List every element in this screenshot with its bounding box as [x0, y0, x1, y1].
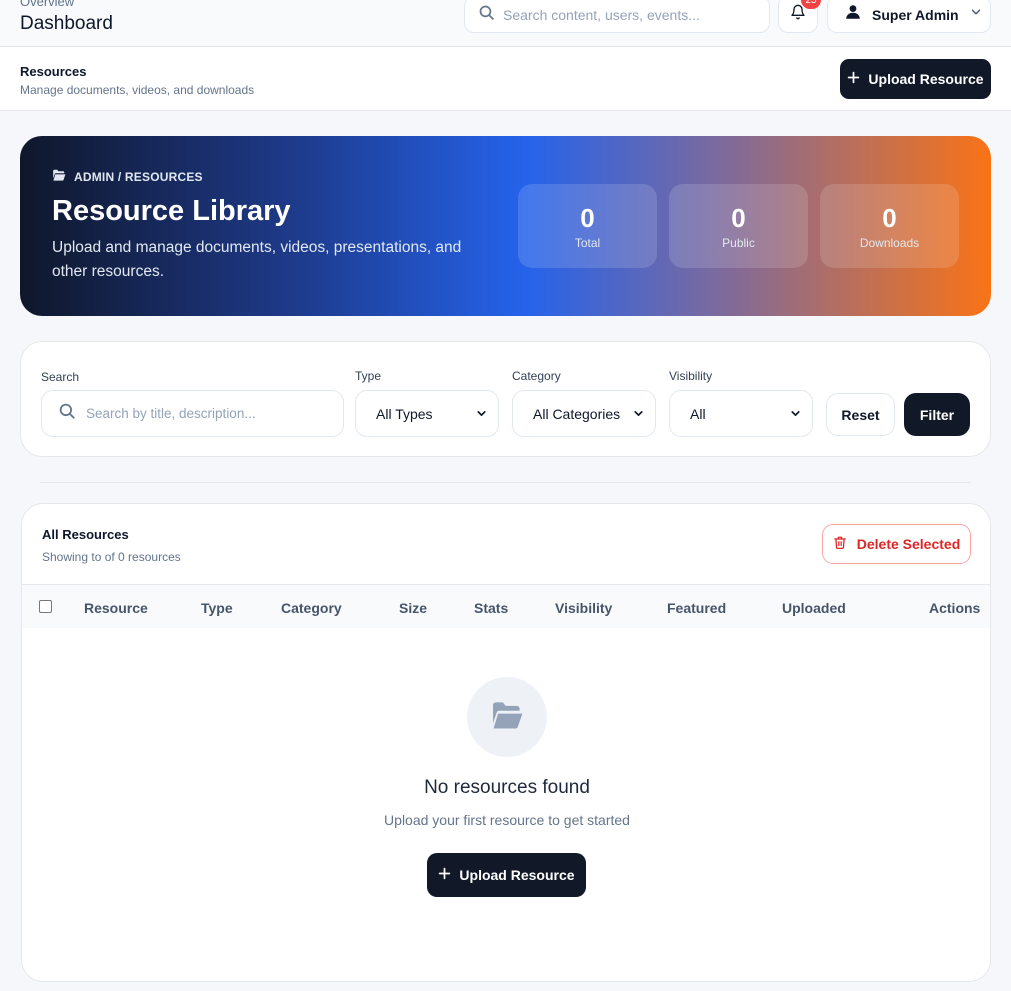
stat-value: 0: [731, 202, 746, 233]
type-select-value: All Types: [376, 405, 433, 422]
stat-label: Downloads: [859, 235, 920, 250]
column-header-resource[interactable]: Resource: [84, 600, 148, 616]
page-title: Dashboard: [20, 13, 113, 34]
hero-banner: ADMIN / RESOURCES Resource Library Uploa…: [20, 136, 991, 316]
chevron-down-icon: [475, 407, 488, 423]
column-header-featured[interactable]: Featured: [667, 600, 726, 616]
filter-button[interactable]: Filter: [904, 393, 970, 436]
plus-icon: [438, 867, 451, 883]
resource-search-input[interactable]: Search by title, description...: [41, 390, 344, 437]
category-select[interactable]: All Categories: [512, 390, 656, 437]
hero-title: Resource Library: [52, 195, 291, 227]
stat-total: 0 Total: [518, 184, 657, 268]
column-header-size[interactable]: Size: [399, 600, 427, 616]
global-search-input[interactable]: Search content, users, events...: [464, 0, 770, 33]
stat-label: Total: [574, 235, 601, 250]
page-header: Resources Manage documents, videos, and …: [0, 47, 1011, 111]
chevron-down-icon: [632, 407, 645, 423]
search-label: Search: [41, 370, 80, 384]
hero-description: Upload and manage documents, videos, pre…: [52, 239, 462, 280]
reset-button[interactable]: Reset: [826, 393, 895, 436]
empty-upload-resource-label: Upload Resource: [459, 867, 575, 883]
category-select-value: All Categories: [533, 405, 621, 422]
select-all-checkbox[interactable]: [39, 600, 52, 613]
stat-public: 0 Public: [669, 184, 808, 268]
upload-resource-label: Upload Resource: [868, 71, 984, 87]
chevron-down-icon: [789, 407, 802, 423]
search-icon: [478, 4, 495, 26]
stat-label: Public: [722, 235, 755, 250]
top-bar: Overview Dashboard Search content, users…: [0, 0, 1011, 47]
delete-selected-button[interactable]: Delete Selected: [822, 524, 971, 564]
table-header: Resource Type Category Size Stats Visibi…: [22, 584, 990, 628]
type-label: Type: [355, 369, 382, 383]
upload-resource-button[interactable]: Upload Resource: [840, 59, 991, 99]
hero-breadcrumb-text: ADMIN / RESOURCES: [74, 169, 203, 184]
stat-value: 0: [882, 202, 897, 233]
filter-panel: Search Search by title, description... T…: [20, 341, 991, 457]
folder-open-icon: [52, 169, 66, 184]
user-name: Super Admin: [872, 6, 959, 23]
notifications-button[interactable]: 25: [778, 0, 821, 33]
type-select[interactable]: All Types: [355, 390, 499, 437]
stat-value: 0: [580, 202, 595, 233]
column-header-visibility[interactable]: Visibility: [555, 600, 612, 616]
empty-state-subtitle: Upload your first resource to get starte…: [384, 812, 630, 828]
column-header-uploaded[interactable]: Uploaded: [782, 600, 846, 616]
user-menu-button[interactable]: Super Admin: [827, 0, 991, 33]
resource-search-placeholder: Search by title, description...: [86, 406, 256, 421]
plus-icon: [847, 71, 860, 87]
table-title: All Resources: [42, 527, 129, 542]
column-header-type[interactable]: Type: [201, 600, 233, 616]
empty-upload-resource-button[interactable]: Upload Resource: [427, 853, 586, 897]
category-label: Category: [512, 369, 561, 383]
search-icon: [58, 402, 76, 425]
user-icon: [844, 3, 862, 26]
empty-state-illustration: [467, 677, 547, 757]
table-subtitle: Showing to of 0 resources: [42, 550, 181, 564]
trash-icon: [833, 535, 847, 553]
column-header-category[interactable]: Category: [281, 600, 342, 616]
empty-state-title: No resources found: [424, 777, 590, 798]
hero-breadcrumb: ADMIN / RESOURCES: [52, 169, 203, 184]
chevron-down-icon: [969, 5, 983, 24]
section-divider: [40, 482, 971, 483]
delete-selected-label: Delete Selected: [856, 536, 961, 552]
section-title: Resources: [20, 64, 87, 79]
stat-downloads: 0 Downloads: [820, 184, 959, 268]
column-header-actions: Actions: [929, 600, 981, 616]
section-subtitle: Manage documents, videos, and downloads: [20, 83, 255, 97]
column-header-stats[interactable]: Stats: [474, 600, 508, 616]
visibility-select[interactable]: All: [669, 390, 813, 437]
visibility-select-value: All: [690, 405, 706, 422]
resources-table-card: All Resources Showing to of 0 resources …: [21, 503, 991, 982]
folder-open-icon: [489, 701, 525, 734]
global-search-placeholder: Search content, users, events...: [503, 6, 700, 23]
topbar-breadcrumb: Overview: [20, 0, 75, 9]
visibility-label: Visibility: [669, 369, 713, 383]
